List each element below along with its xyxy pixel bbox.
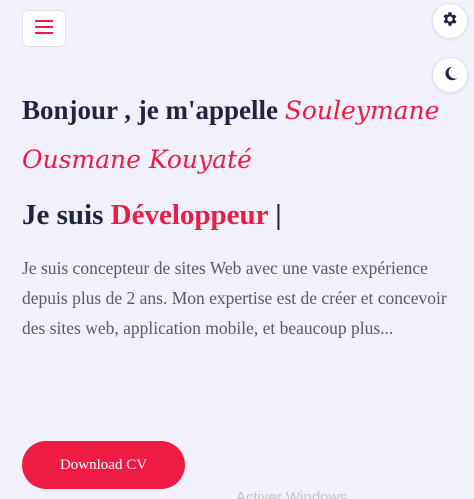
download-cv-button[interactable]: Download CV xyxy=(22,441,185,489)
gear-icon xyxy=(441,10,459,32)
role-title: Développeur xyxy=(110,199,268,231)
menu-button[interactable] xyxy=(22,10,66,47)
page: Bonjour , je m'appelle Souleymane Ousman… xyxy=(0,0,474,499)
moon-icon xyxy=(442,65,459,86)
role-heading: Je suis Développeur | xyxy=(22,195,282,235)
hamburger-menu-icon xyxy=(35,19,53,38)
settings-button[interactable] xyxy=(432,3,468,39)
role-prefix: Je suis xyxy=(22,199,104,231)
windows-activation-watermark: Activer Windows xyxy=(236,489,347,499)
typing-cursor: | xyxy=(275,199,282,231)
hero-heading: Bonjour , je m'appelle Souleymane Ousman… xyxy=(22,86,462,184)
intro-paragraph: Je suis concepteur de sites Web avec une… xyxy=(22,258,447,338)
greeting-text: Bonjour , je m'appelle xyxy=(22,95,278,125)
